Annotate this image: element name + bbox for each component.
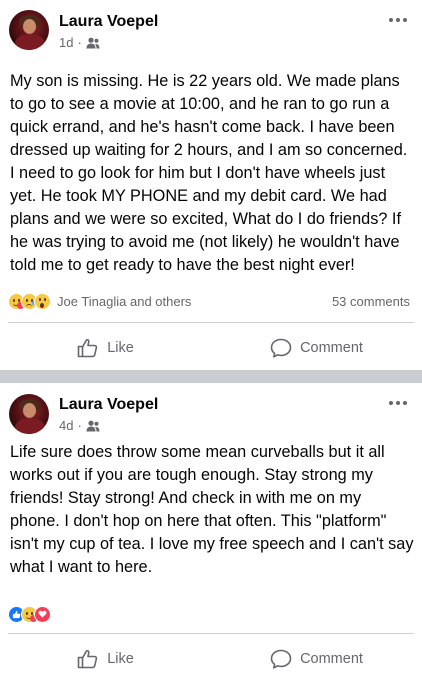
meta-separator: ·	[77, 418, 82, 433]
comment-label: Comment	[300, 340, 363, 356]
like-button[interactable]: Like	[0, 328, 211, 368]
post-time[interactable]: 1d	[59, 35, 73, 50]
comment-icon	[270, 649, 292, 669]
post-meta: 1d ·	[59, 35, 100, 50]
avatar[interactable]	[9, 10, 49, 50]
divider	[8, 322, 414, 323]
post-header: Laura Voepel 1d ·	[0, 0, 422, 60]
thumbs-up-icon	[77, 338, 98, 358]
reactors-text[interactable]: Joe Tinaglia and others	[57, 294, 191, 309]
post-text: Life sure does throw some mean curveball…	[10, 443, 414, 576]
like-button[interactable]: Like	[0, 639, 211, 679]
more-options-icon[interactable]	[386, 393, 410, 413]
more-options-icon[interactable]	[386, 10, 410, 30]
reaction-summary[interactable]	[8, 605, 51, 623]
post-text: My son is missing. He is 22 years old. W…	[10, 72, 408, 274]
comments-count[interactable]: 53 comments	[332, 294, 410, 309]
reactions-row: Joe Tinaglia and others 53 comments	[8, 291, 410, 311]
post-time[interactable]: 4d	[59, 418, 73, 433]
comment-icon	[270, 338, 292, 358]
author-name[interactable]: Laura Voepel	[59, 396, 158, 414]
like-label: Like	[107, 340, 134, 356]
comment-button[interactable]: Comment	[211, 639, 422, 679]
thumbs-up-icon	[77, 649, 98, 669]
reactions-row	[8, 604, 410, 624]
divider	[8, 633, 414, 634]
reaction-summary[interactable]: Joe Tinaglia and others	[8, 292, 191, 310]
feed-divider	[0, 370, 422, 383]
avatar[interactable]	[9, 394, 49, 434]
post-actions: Like Comment	[0, 328, 422, 368]
post-actions: Like Comment	[0, 639, 422, 679]
meta-separator: ·	[77, 35, 82, 50]
post: Laura Voepel 1d · My son is missing. He …	[0, 0, 422, 370]
wow-reaction-icon	[34, 292, 51, 310]
friends-icon	[86, 37, 100, 48]
love-reaction-icon	[34, 605, 51, 623]
post-header: Laura Voepel 4d ·	[0, 383, 422, 434]
post-meta: 4d ·	[59, 418, 100, 433]
post: Laura Voepel 4d · Life sure does throw s…	[0, 383, 422, 669]
author-name[interactable]: Laura Voepel	[59, 13, 158, 31]
comment-button[interactable]: Comment	[211, 328, 422, 368]
friends-icon	[86, 420, 100, 431]
